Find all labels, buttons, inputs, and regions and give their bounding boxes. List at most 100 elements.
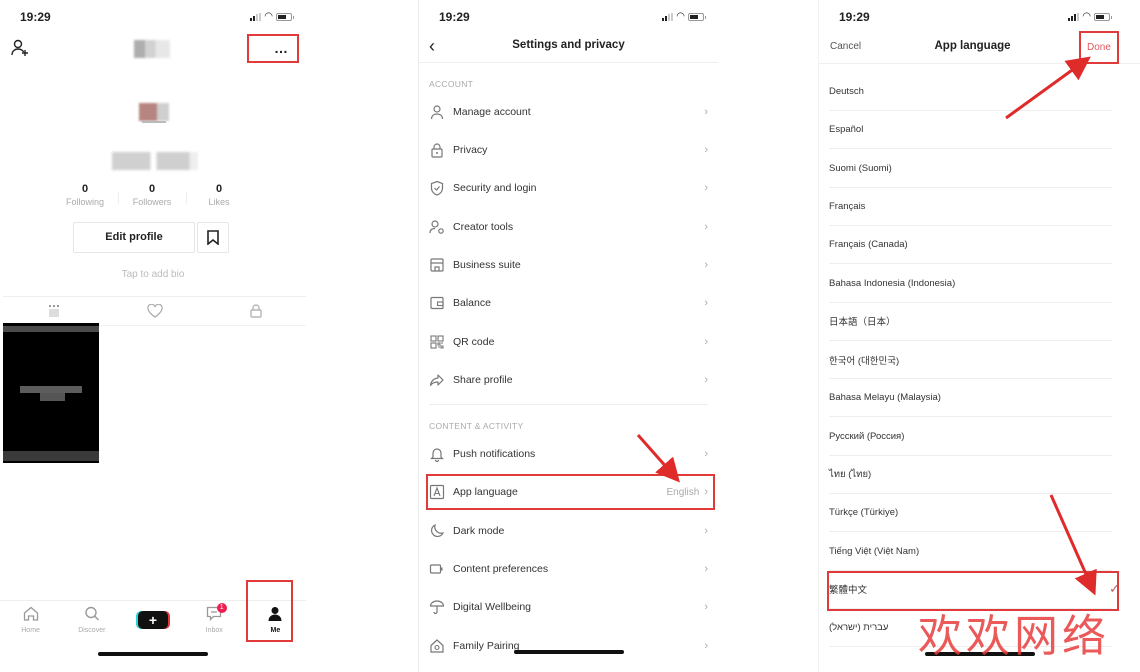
chevron-right-icon: ›: [704, 374, 708, 386]
settings-row-business-suite[interactable]: Business suite ›: [419, 246, 718, 284]
settings-row-label: Manage account: [453, 106, 531, 118]
language-label: Deutsch: [829, 86, 864, 97]
nav-create[interactable]: +: [122, 601, 183, 640]
video-thumbnail[interactable]: [3, 323, 99, 463]
heart-icon: [146, 304, 163, 318]
system-icons: ◠: [662, 11, 706, 22]
settings-row-privacy[interactable]: Privacy ›: [419, 131, 718, 169]
qr-code-icon: [429, 334, 445, 350]
stat-likes[interactable]: 0 Likes: [186, 183, 252, 207]
settings-row-balance[interactable]: Balance ›: [419, 284, 718, 322]
language-option[interactable]: Français (Canada): [829, 226, 1112, 265]
language-option[interactable]: Deutsch: [829, 73, 1112, 111]
language-option[interactable]: Français: [829, 188, 1112, 226]
settings-row-push-notifications[interactable]: Push notifications ›: [419, 435, 718, 473]
language-option[interactable]: Tiếng Việt (Việt Nam): [829, 533, 1112, 571]
add-bio-link[interactable]: Tap to add bio: [0, 269, 306, 280]
nav-inbox[interactable]: 1 Inbox: [184, 601, 245, 640]
settings-row-label: Business suite: [453, 259, 521, 271]
search-icon: [85, 606, 99, 621]
status-time: 19:29: [439, 10, 470, 24]
chevron-right-icon: ›: [704, 259, 708, 271]
settings-header: ‹ Settings and privacy: [419, 30, 718, 63]
language-option[interactable]: 日本語（日本）: [829, 303, 1112, 341]
creator-icon: [429, 219, 445, 235]
stat-value: 0: [148, 183, 156, 195]
language-option[interactable]: Bahasa Melayu (Malaysia): [829, 379, 1112, 418]
house-icon: [429, 638, 445, 654]
section-label-content-activity: CONTENT & ACTIVITY: [429, 421, 524, 431]
settings-row-security-and-login[interactable]: Security and login ›: [419, 169, 718, 207]
language-option[interactable]: 한국어 (대한민국): [829, 341, 1112, 380]
battery-icon: [688, 13, 706, 21]
lock-icon: [249, 304, 262, 318]
plus-icon: +: [138, 611, 168, 629]
tab-liked[interactable]: [104, 297, 205, 325]
profile-screen: 19:29 ◠ … 0 Following 0 Followers 0 Like…: [0, 0, 306, 672]
settings-row-label: Digital Wellbeing: [453, 601, 532, 613]
nav-label: Discover: [78, 627, 106, 634]
tab-private[interactable]: [205, 297, 306, 325]
language-label: 日本語（日本）: [829, 317, 896, 329]
status-time: 19:29: [20, 10, 51, 24]
tab-videos[interactable]: [3, 297, 104, 325]
settings-row-creator-tools[interactable]: Creator tools ›: [419, 208, 718, 246]
language-option[interactable]: Suomi (Suomi): [829, 150, 1112, 188]
chevron-right-icon: ›: [704, 525, 708, 537]
language-option[interactable]: Türkçe (Türkiye): [829, 494, 1112, 533]
settings-row-content-preferences[interactable]: Content preferences ›: [419, 550, 718, 588]
settings-row-dark-mode[interactable]: Dark mode ›: [419, 512, 718, 550]
settings-row-digital-wellbeing[interactable]: Digital Wellbeing ›: [419, 588, 718, 626]
language-label: Français: [829, 200, 866, 212]
more-options-button[interactable]: …: [247, 34, 299, 63]
chevron-right-icon: ›: [704, 297, 708, 309]
settings-row-qr-code[interactable]: QR code ›: [419, 323, 718, 361]
settings-row-label: Push notifications: [453, 448, 536, 460]
more-icon: …: [274, 40, 289, 56]
wifi-icon: ◠: [676, 11, 685, 22]
language-label: עברית (ישראל): [829, 622, 889, 634]
language-label: Türkçe (Türkiye): [829, 507, 899, 519]
settings-row-share-profile[interactable]: Share profile ›: [419, 361, 718, 399]
store-icon: [429, 257, 445, 273]
highlight-me-tab: [246, 580, 293, 642]
profile-tabs: [3, 296, 306, 326]
language-label: ไทย (ไทย): [829, 469, 872, 480]
language-option[interactable]: Русский (Россия): [829, 418, 1112, 456]
avatar[interactable]: [139, 103, 169, 121]
language-option[interactable]: Español: [829, 111, 1112, 150]
home-icon: [23, 606, 38, 621]
nav-discover[interactable]: Discover: [61, 601, 122, 640]
language-label: Bahasa Indonesia (Indonesia): [829, 277, 956, 289]
nav-label: Home: [21, 627, 40, 634]
stat-followers[interactable]: 0 Followers: [119, 183, 185, 207]
done-button[interactable]: Done: [1079, 31, 1119, 64]
language-option[interactable]: Bahasa Indonesia (Indonesia): [829, 265, 1112, 303]
battery-icon: [276, 13, 294, 21]
language-label: Français (Canada): [829, 239, 908, 251]
stat-following[interactable]: 0 Following: [52, 183, 118, 207]
system-icons: ◠: [1068, 11, 1112, 22]
share-icon: [429, 372, 445, 388]
bookmark-icon: [207, 230, 219, 245]
settings-row-label: Privacy: [453, 144, 488, 156]
video-icon: [429, 561, 445, 577]
settings-row-label: Dark mode: [453, 525, 505, 537]
add-friend-icon[interactable]: [10, 38, 30, 58]
edit-profile-button[interactable]: Edit profile: [73, 222, 195, 253]
wifi-icon: ◠: [1082, 11, 1091, 22]
stat-label: Following: [65, 197, 105, 207]
profile-header-name-blurred: [134, 40, 170, 58]
language-label: Suomi (Suomi): [829, 162, 892, 174]
language-label: 한국어 (대한민국): [829, 355, 900, 367]
favorites-button[interactable]: [197, 222, 229, 253]
settings-row-family-pairing[interactable]: Family Pairing ›: [419, 627, 718, 665]
lock-icon: [429, 142, 445, 158]
settings-row-label: Share profile: [453, 374, 513, 386]
nav-home[interactable]: Home: [0, 601, 61, 640]
settings-row-manage-account[interactable]: Manage account ›: [419, 93, 718, 131]
language-option[interactable]: ไทย (ไทย): [829, 456, 1112, 494]
settings-row-label: Content preferences: [453, 563, 549, 575]
highlight-app-language: [426, 474, 715, 510]
status-bar: 19:29 ◠: [0, 10, 306, 26]
